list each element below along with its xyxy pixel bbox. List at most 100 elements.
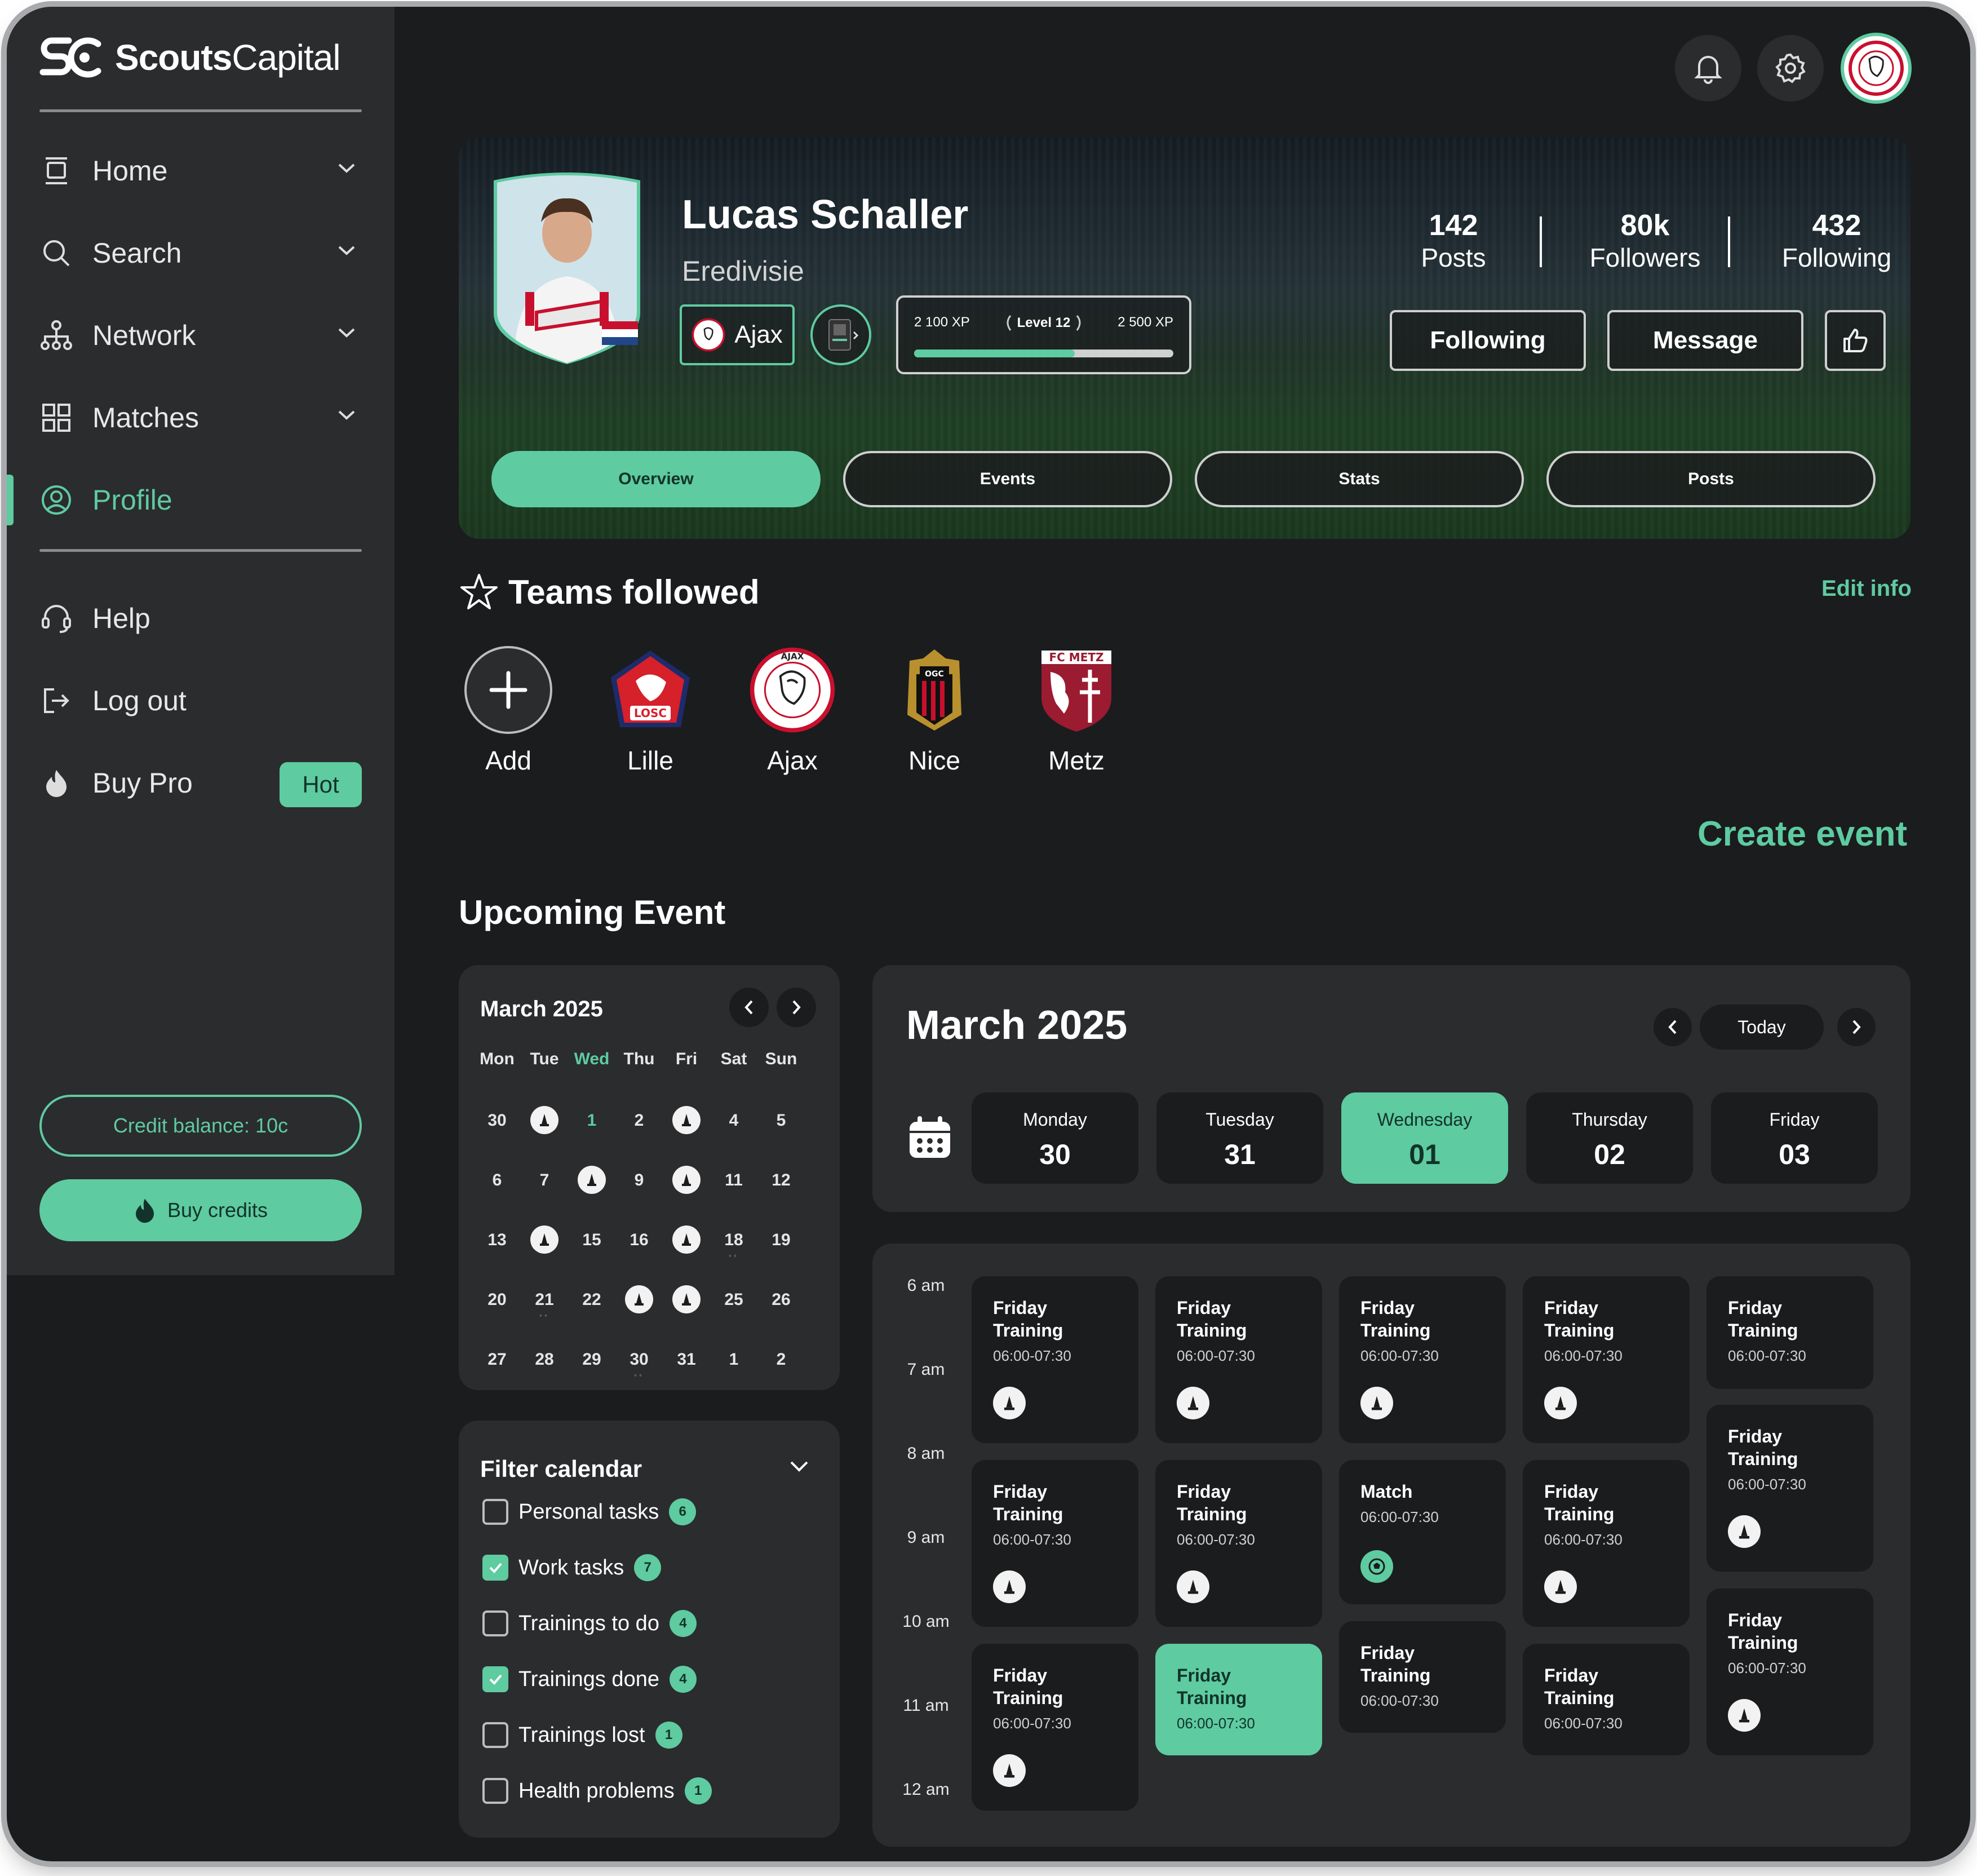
week-day-card[interactable]: Thursday 02 (1526, 1092, 1693, 1184)
team-nice[interactable]: OGC Nice (878, 645, 991, 776)
credit-balance[interactable]: Credit balance: 10c (39, 1095, 362, 1157)
training-event[interactable]: Friday Training 06:00-07:30 (1523, 1644, 1690, 1755)
calendar-day[interactable]: 11 (710, 1163, 757, 1197)
calendar-day[interactable]: 31 (663, 1343, 710, 1377)
club-badge[interactable]: Ajax (680, 304, 795, 365)
training-event[interactable]: Friday Training 06:00-07:30 (972, 1276, 1138, 1443)
calendar-day[interactable]: 27 (473, 1343, 521, 1377)
calendar-day[interactable]: 2 (615, 1104, 663, 1138)
stat-following[interactable]: 432 Following (1761, 209, 1910, 273)
week-day-card[interactable]: Monday 30 (972, 1092, 1138, 1184)
filter-checkbox[interactable] (482, 1722, 508, 1748)
training-event-icon[interactable] (672, 1285, 701, 1313)
training-event[interactable]: Friday Training 06:00-07:30 (1706, 1405, 1873, 1572)
week-prev-button[interactable] (1654, 1008, 1692, 1046)
chevron-down-icon[interactable] (337, 409, 356, 421)
training-event-icon[interactable] (530, 1106, 558, 1134)
calendar-day[interactable]: 26 (757, 1283, 805, 1317)
calendar-day[interactable]: 15 (568, 1223, 615, 1257)
filter-checkbox[interactable] (482, 1778, 508, 1804)
sidebar-item-logout[interactable]: Log out (39, 675, 362, 726)
player-card[interactable] (491, 171, 642, 364)
training-event-icon[interactable] (672, 1225, 701, 1254)
training-event[interactable]: Friday Training 06:00-07:30 (1339, 1621, 1506, 1733)
training-event-icon[interactable] (672, 1106, 701, 1134)
today-button[interactable]: Today (1700, 1005, 1824, 1050)
tab-overview[interactable]: Overview (491, 451, 821, 507)
sidebar-item-matches[interactable]: Matches (39, 392, 362, 443)
calendar-day[interactable]: 1 (568, 1104, 615, 1138)
chevron-down-icon[interactable] (788, 1459, 810, 1475)
edit-info-link[interactable]: Edit info (1821, 576, 1912, 601)
training-event-icon[interactable] (530, 1225, 558, 1254)
filter-option[interactable]: Work tasks 7 (482, 1554, 662, 1581)
training-event[interactable]: Friday Training 06:00-07:30 (1155, 1644, 1322, 1755)
mini-calendar-next-button[interactable] (777, 988, 816, 1027)
notifications-button[interactable] (1675, 35, 1741, 101)
chevron-down-icon[interactable] (337, 245, 356, 256)
calendar-day[interactable]: 12 (757, 1163, 805, 1197)
calendar-day[interactable]: 7 (521, 1163, 568, 1197)
add-team-button[interactable]: Add (452, 645, 565, 776)
filter-option[interactable]: Trainings done 4 (482, 1666, 697, 1693)
training-event[interactable]: Friday Training 06:00-07:30 (1339, 1276, 1506, 1443)
training-event[interactable]: Friday Training 06:00-07:30 (972, 1644, 1138, 1811)
filter-checkbox[interactable] (482, 1610, 508, 1636)
settings-button[interactable] (1757, 35, 1824, 101)
message-button[interactable]: Message (1607, 310, 1803, 371)
mini-calendar-prev-button[interactable] (729, 988, 769, 1027)
sidebar-item-profile[interactable]: Profile (39, 475, 362, 525)
team-ajax[interactable]: AJAX Ajax (736, 645, 849, 776)
calendar-day[interactable]: 25 (710, 1283, 757, 1317)
match-event[interactable]: Match 06:00-07:30 (1339, 1460, 1506, 1604)
filter-option[interactable]: Trainings to do 4 (482, 1610, 697, 1637)
filter-option[interactable]: Personal tasks 6 (482, 1498, 697, 1525)
calendar-day[interactable]: 19 (757, 1223, 805, 1257)
week-day-card[interactable]: Tuesday 31 (1156, 1092, 1323, 1184)
sidebar-item-help[interactable]: Help (39, 593, 362, 644)
calendar-day[interactable]: 4 (710, 1104, 757, 1138)
training-event[interactable]: Friday Training 06:00-07:30 (1155, 1460, 1322, 1627)
calendar-day[interactable]: 2 (757, 1343, 805, 1377)
filter-checkbox[interactable] (482, 1555, 508, 1581)
buy-credits-button[interactable]: Buy credits (39, 1179, 362, 1241)
chevron-down-icon[interactable] (337, 327, 356, 338)
week-day-card[interactable]: Wednesday 01 (1341, 1092, 1508, 1184)
tab-stats[interactable]: Stats (1195, 451, 1524, 507)
calendar-day[interactable]: 30 (473, 1104, 521, 1138)
calendar-day[interactable]: 6 (473, 1163, 521, 1197)
calendar-day[interactable]: 21 ◦◦ (521, 1283, 568, 1319)
user-avatar[interactable] (1841, 33, 1912, 104)
training-event[interactable]: Friday Training 06:00-07:30 (1706, 1589, 1873, 1755)
filter-checkbox[interactable] (482, 1666, 508, 1692)
training-event[interactable]: Friday Training 06:00-07:30 (972, 1460, 1138, 1627)
sidebar-item-network[interactable]: Network (39, 310, 362, 361)
brand-logo[interactable]: ScoutsCapital (39, 35, 341, 80)
sidebar-item-buy-pro[interactable]: Buy Pro Hot (39, 758, 362, 808)
training-event[interactable]: Friday Training 06:00-07:30 (1706, 1276, 1873, 1389)
training-event-icon[interactable] (625, 1285, 653, 1313)
following-button[interactable]: Following (1390, 310, 1586, 371)
player-card-thumbnail[interactable] (810, 304, 871, 365)
calendar-day[interactable]: 9 (615, 1163, 663, 1197)
calendar-day[interactable]: 22 (568, 1283, 615, 1317)
calendar-day[interactable]: 18 ◦◦ (710, 1223, 757, 1259)
chevron-down-icon[interactable] (337, 162, 356, 174)
calendar-day[interactable]: 29 (568, 1343, 615, 1377)
create-event-button[interactable]: Create event (1697, 814, 1907, 854)
training-event-icon[interactable] (672, 1166, 701, 1194)
sidebar-item-home[interactable]: Home (39, 145, 362, 196)
tab-posts[interactable]: Posts (1546, 451, 1876, 507)
training-event[interactable]: Friday Training 06:00-07:30 (1155, 1276, 1322, 1443)
calendar-day[interactable]: 20 (473, 1283, 521, 1317)
stat-posts[interactable]: 142 Posts (1394, 209, 1513, 273)
training-event-icon[interactable] (578, 1166, 606, 1194)
training-event[interactable]: Friday Training 06:00-07:30 (1523, 1460, 1690, 1627)
calendar-day[interactable]: 16 (615, 1223, 663, 1257)
stat-followers[interactable]: 80k Followers (1569, 209, 1721, 273)
week-next-button[interactable] (1837, 1008, 1876, 1046)
week-day-card[interactable]: Friday 03 (1711, 1092, 1878, 1184)
team-metz[interactable]: FC METZ Metz (1020, 645, 1133, 776)
sidebar-item-search[interactable]: Search (39, 228, 362, 278)
filter-checkbox[interactable] (482, 1499, 508, 1525)
